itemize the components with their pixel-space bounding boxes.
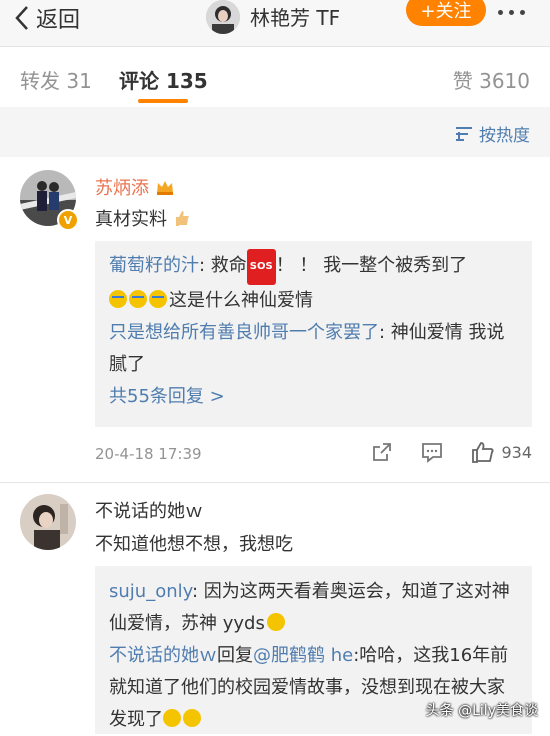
comment-item: V 苏炳添 真材实料 葡萄籽的汁: 救命 SOS！ ！ 我一整个被秀到了 这是什么…: [0, 157, 550, 482]
reply-separator: :: [199, 255, 211, 276]
thumbs-up-emoji-icon: [175, 211, 189, 226]
comment-text: 真材实料: [95, 205, 191, 231]
comment-item: 不说话的她ｗ 不知道他想不想，我想吃 suju_only: 因为这两天看着奥运会…: [0, 483, 550, 734]
verified-badge-icon: V: [57, 209, 79, 231]
watermark: 头条 @Lily美食谈: [425, 703, 538, 719]
reply-text: 这是什么神仙爱情: [169, 290, 313, 311]
reply-separator: :: [191, 581, 204, 602]
reply-username[interactable]: suju_only: [109, 581, 192, 602]
comment-icon[interactable]: [421, 441, 443, 463]
reply-item: 不说话的她ｗ回复@肥鹤鹤 he:哈哈，这我16年前就知道了他们的校园爱情故事，没…: [109, 640, 518, 736]
crying-emoji-icon: [129, 290, 147, 308]
tab-likes[interactable]: 赞 3610: [453, 65, 530, 94]
more-options-button[interactable]: [498, 2, 538, 22]
sort-bar: 按热度: [0, 107, 550, 157]
back-button[interactable]: 返回: [14, 4, 81, 33]
reply-item: suju_only: 因为这两天看着奥运会，知道了这对神仙爱情，苏神 yyds: [109, 576, 518, 640]
comment-actions: 934: [371, 441, 532, 463]
reply-box: 葡萄籽的汁: 救命 SOS！ ！ 我一整个被秀到了 这是什么神仙爱情 只是想给所有…: [95, 241, 532, 427]
comment-body: 真材实料: [95, 209, 167, 230]
reply-keyword: 回复: [217, 645, 253, 666]
tab-bar: 转发 31 评论 135 赞 3610: [0, 47, 550, 107]
like-count: 934: [501, 442, 532, 462]
reply-username[interactable]: 不说话的她ｗ: [109, 645, 217, 666]
comment-username[interactable]: 不说话的她ｗ: [95, 497, 203, 523]
reply-text: ！ ！ 我一整个被秀到了: [275, 255, 468, 276]
laughing-emoji-icon: [163, 709, 181, 727]
top-bar: 返回 林艳芳 TF +关注: [0, 0, 550, 47]
avatar[interactable]: [20, 494, 76, 550]
sort-label: 按热度: [479, 126, 530, 146]
comment-text: 不知道他想不想，我想吃: [95, 534, 293, 555]
active-tab-indicator: [138, 99, 188, 103]
reply-text: 救命: [210, 255, 247, 276]
hands-emoji-icon: [266, 613, 285, 631]
crown-icon: [156, 181, 173, 195]
reply-separator: :: [379, 322, 391, 343]
reply-item: 只是想给所有善良帅哥一个家罢了: 神仙爱情 我说腻了: [109, 317, 518, 381]
thumbs-up-icon: [472, 442, 495, 463]
more-dot-icon: [520, 9, 525, 15]
comment-username[interactable]: 苏炳添: [95, 174, 175, 200]
sos-emoji-icon: SOS: [246, 249, 276, 285]
author-name[interactable]: 林艳芳 TF: [250, 2, 340, 31]
sort-by-hotness-button[interactable]: 按热度: [455, 121, 530, 146]
reply-username[interactable]: 葡萄籽的汁: [109, 255, 199, 276]
reply-mention[interactable]: @肥鹤鹤 he: [253, 645, 353, 666]
crying-emoji-icon: [109, 290, 127, 308]
author-avatar[interactable]: [206, 0, 240, 34]
comment-timestamp: 20-4-18 17:39: [95, 445, 202, 463]
follow-button[interactable]: +关注: [406, 0, 486, 26]
chevron-left-icon: [15, 6, 28, 30]
reply-item: 葡萄籽的汁: 救命 SOS！ ！ 我一整个被秀到了 这是什么神仙爱情: [109, 249, 518, 317]
username-text: 苏炳添: [95, 178, 149, 199]
tab-comments[interactable]: 评论 135: [119, 65, 208, 94]
back-label: 返回: [36, 8, 81, 33]
like-button[interactable]: 934: [471, 441, 532, 463]
reply-username[interactable]: 只是想给所有善良帅哥一个家罢了: [109, 322, 379, 343]
crying-emoji-icon: [149, 290, 167, 308]
view-more-replies-link[interactable]: 共55条回复 >: [109, 381, 518, 413]
sort-icon: [456, 126, 472, 141]
tab-reposts[interactable]: 转发 31: [20, 65, 92, 94]
more-dot-icon: [509, 9, 514, 15]
share-icon[interactable]: [371, 441, 393, 463]
laughing-emoji-icon: [183, 709, 201, 727]
more-dot-icon: [498, 9, 503, 15]
